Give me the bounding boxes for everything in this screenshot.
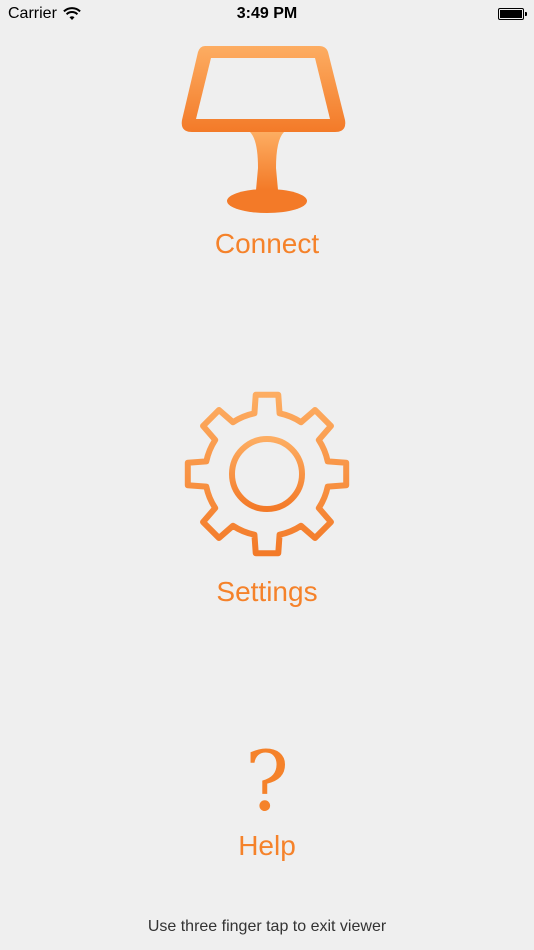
gear-outline [184, 391, 350, 557]
gear-icon [184, 391, 350, 557]
connect-button[interactable]: Connect [0, 40, 534, 260]
exit-hint: Use three finger tap to exit viewer [147, 918, 387, 935]
settings-label: Settings [216, 576, 318, 607]
status-bar: Carrier 3:49 PM [0, 0, 534, 28]
battery-level [500, 10, 522, 18]
battery-icon [498, 8, 527, 20]
help-button[interactable]: ? Help [0, 740, 534, 862]
question-mark-icon: ? [245, 735, 289, 830]
help-label: Help [238, 830, 296, 861]
settings-button[interactable]: Settings [0, 388, 534, 608]
lamp-icon [181, 46, 346, 213]
status-time: 3:49 PM [236, 5, 298, 22]
gear-hub [229, 436, 305, 512]
connect-label: Connect [214, 228, 320, 259]
